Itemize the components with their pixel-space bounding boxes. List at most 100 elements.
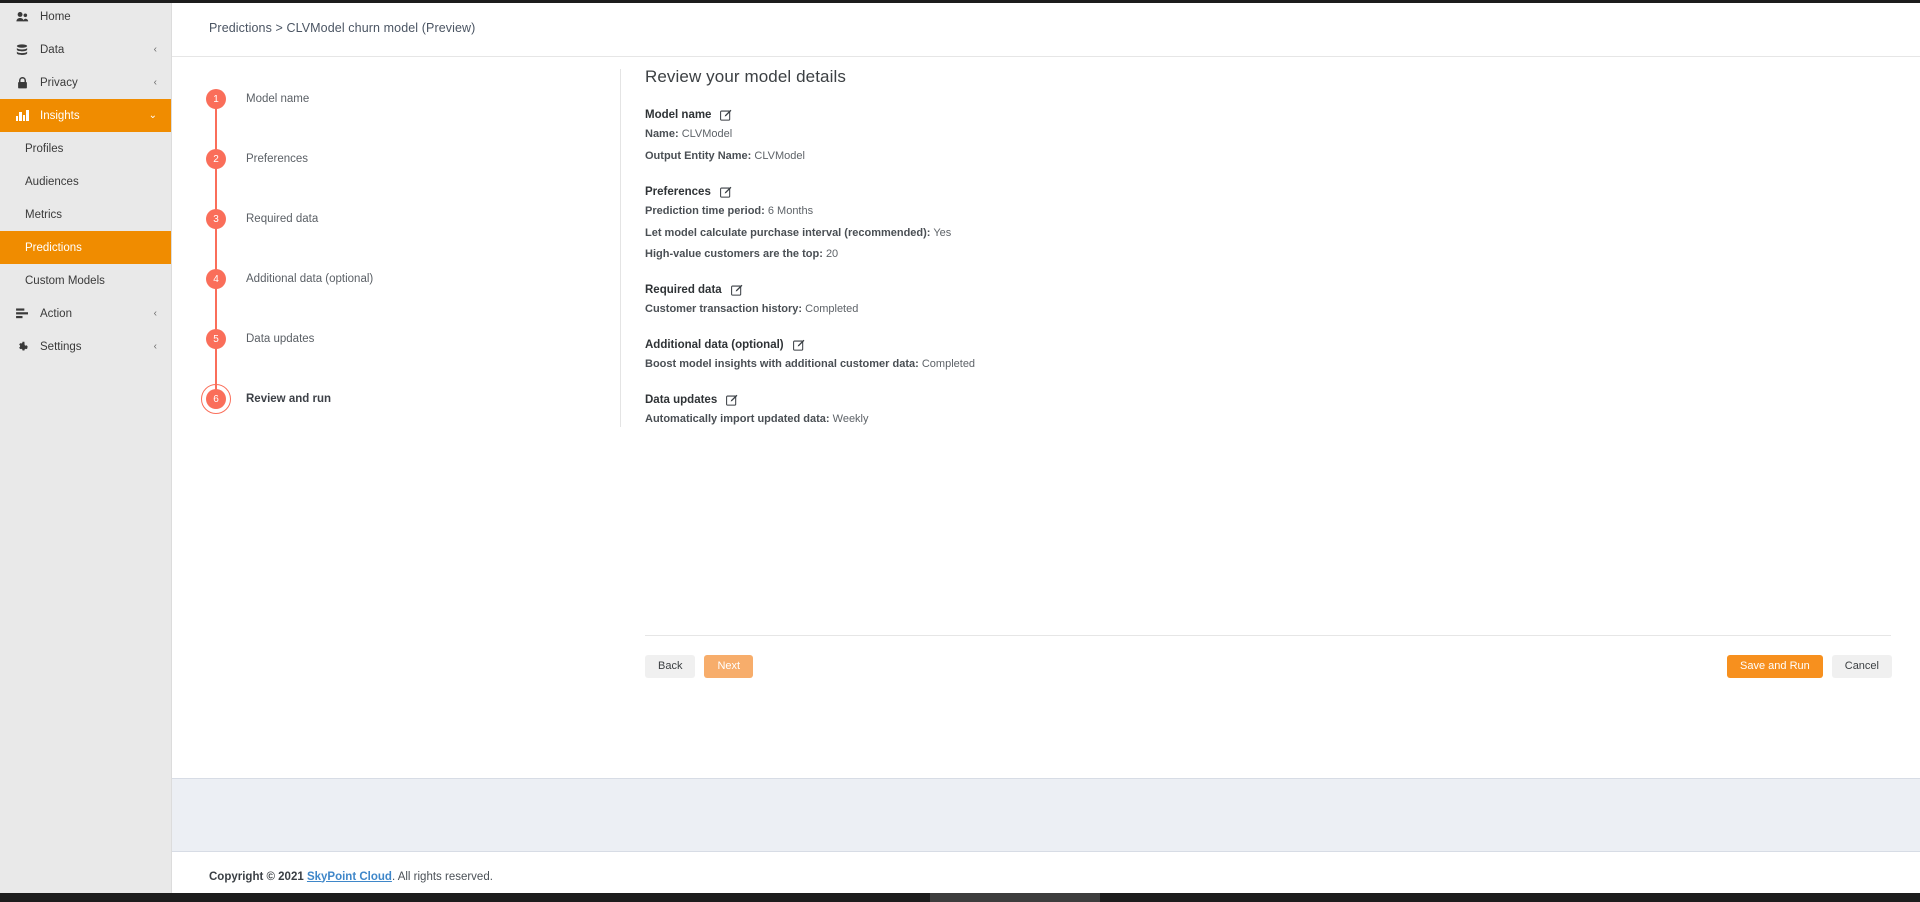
section-heading: Data updates bbox=[645, 393, 718, 406]
save-and-run-button[interactable]: Save and Run bbox=[1727, 655, 1823, 678]
page-background-gap bbox=[172, 779, 1920, 852]
left-sidebar: Home Data ‹ Privacy ‹ Insights ⌄ Profiles Audien… bbox=[0, 0, 172, 902]
cancel-button[interactable]: Cancel bbox=[1831, 655, 1892, 678]
footer-brand-link[interactable]: SkyPoint Cloud bbox=[307, 871, 392, 883]
section-heading: Preferences bbox=[645, 185, 711, 198]
sidebar-item-settings[interactable]: Settings ‹ bbox=[0, 330, 171, 363]
edit-pencil-icon[interactable] bbox=[792, 339, 805, 351]
section-header: Preferences bbox=[645, 186, 1545, 198]
home-icon bbox=[14, 11, 30, 22]
review-row-value: Completed bbox=[921, 358, 976, 371]
app-root: Home Data ‹ Privacy ‹ Insights ⌄ Profiles Audien… bbox=[0, 0, 1920, 902]
wizard-step-2[interactable]: 2 Preferences bbox=[200, 129, 600, 219]
step-number-badge: 6 bbox=[201, 384, 231, 414]
review-row: Automatically import updated data: Weekl… bbox=[645, 412, 1545, 427]
sidebar-item-profiles[interactable]: Profiles bbox=[0, 132, 171, 165]
sidebar-nav-list: Home Data ‹ Privacy ‹ Insights ⌄ Profiles Audien… bbox=[0, 0, 171, 363]
review-details-pane: Review your model details Model name Name… bbox=[645, 67, 1545, 449]
chevron-left-icon[interactable]: ‹ bbox=[154, 77, 157, 88]
chevron-left-icon[interactable]: ‹ bbox=[154, 308, 157, 319]
review-row-key: High-value customers are the top: bbox=[645, 248, 823, 261]
breadcrumb-bar: Predictions > CLVModel churn model (Prev… bbox=[172, 0, 1920, 57]
sidebar-item-label: Custom Models bbox=[25, 274, 105, 287]
chevron-left-icon[interactable]: ‹ bbox=[154, 44, 157, 55]
review-row: High-value customers are the top: 20 bbox=[645, 247, 1545, 262]
review-row: Customer transaction history: Completed bbox=[645, 302, 1545, 317]
sidebar-item-audiences[interactable]: Audiences bbox=[0, 165, 171, 198]
edit-pencil-icon[interactable] bbox=[719, 186, 732, 198]
step-number-badge: 4 bbox=[206, 269, 226, 289]
review-row: Output Entity Name: CLVModel bbox=[645, 149, 1545, 164]
sidebar-item-label: Settings bbox=[40, 340, 82, 353]
review-row: Prediction time period: 6 Months bbox=[645, 204, 1545, 219]
review-row-key: Customer transaction history: bbox=[645, 303, 803, 316]
review-row: Boost model insights with additional cus… bbox=[645, 357, 1545, 372]
sidebar-item-label: Predictions bbox=[25, 241, 82, 254]
next-button[interactable]: Next bbox=[704, 655, 754, 678]
review-row-value: 6 Months bbox=[767, 204, 814, 217]
review-section: Data updates Automatically import updated… bbox=[645, 394, 1545, 427]
sidebar-item-privacy[interactable]: Privacy ‹ bbox=[0, 66, 171, 99]
sidebar-item-label: Privacy bbox=[40, 76, 78, 89]
step-number-badge: 1 bbox=[206, 89, 226, 109]
footer-copyright: Copyright © 2021 bbox=[209, 870, 304, 883]
sidebar-item-custom-models[interactable]: Custom Models bbox=[0, 264, 171, 297]
review-section: Additional data (optional) Boost model in… bbox=[645, 339, 1545, 372]
wizard-stepper: 1 Model name 2 Preferences 3 Required data 4 Ad… bbox=[200, 69, 600, 429]
chevron-left-icon[interactable]: ‹ bbox=[154, 341, 157, 352]
back-button[interactable]: Back bbox=[645, 655, 696, 678]
step-label: Data updates bbox=[246, 333, 315, 345]
wizard-step-6[interactable]: 6 Review and run bbox=[200, 369, 600, 429]
step-label: Review and run bbox=[246, 393, 331, 405]
review-row-key: Name: bbox=[645, 128, 679, 140]
action-bar-divider bbox=[645, 635, 1891, 636]
step-label: Preferences bbox=[246, 153, 309, 165]
sidebar-item-metrics[interactable]: Metrics bbox=[0, 198, 171, 231]
edit-pencil-icon[interactable] bbox=[730, 284, 743, 296]
edit-pencil-icon[interactable] bbox=[720, 109, 732, 121]
wizard-step-1[interactable]: 1 Model name bbox=[200, 69, 600, 159]
review-section: Required data Customer transaction histor… bbox=[645, 284, 1545, 317]
lock-icon bbox=[14, 76, 30, 89]
step-label: Model name bbox=[246, 93, 310, 105]
wizard-submit-actions: Save and Run Cancel bbox=[1727, 655, 1892, 678]
footer-rights: . All rights reserved. bbox=[391, 870, 493, 883]
review-row-key: Let model calculate purchase interval (r… bbox=[645, 226, 931, 239]
section-heading: Additional data (optional) bbox=[645, 339, 784, 352]
step-label: Required data bbox=[246, 213, 319, 225]
sidebar-item-label: Insights bbox=[40, 109, 80, 122]
section-heading: Required data bbox=[645, 284, 722, 297]
review-row: Let model calculate purchase interval (r… bbox=[645, 226, 1545, 241]
database-icon bbox=[14, 43, 30, 56]
review-section: Preferences Prediction time period: 6 Mon… bbox=[645, 186, 1545, 263]
sidebar-item-label: Profiles bbox=[25, 142, 64, 155]
window-bottom-strip bbox=[0, 893, 1920, 902]
section-header: Model name bbox=[645, 109, 1545, 121]
main-region: Predictions > CLVModel churn model (Prev… bbox=[172, 0, 1920, 902]
chevron-down-icon[interactable]: ⌄ bbox=[149, 110, 157, 121]
sidebar-item-predictions[interactable]: Predictions bbox=[0, 231, 171, 264]
sidebar-item-action[interactable]: Action ‹ bbox=[0, 297, 171, 330]
review-row-key: Output Entity Name: bbox=[645, 149, 752, 162]
wizard-card: 1 Model name 2 Preferences 3 Required data 4 Ad… bbox=[172, 57, 1920, 779]
wizard-step-5[interactable]: 5 Data updates bbox=[200, 309, 600, 399]
review-row-value: Yes bbox=[933, 226, 952, 239]
wizard-step-3[interactable]: 3 Required data bbox=[200, 189, 600, 279]
sidebar-item-insights[interactable]: Insights ⌄ bbox=[0, 99, 171, 132]
sidebar-item-label: Action bbox=[40, 307, 72, 320]
breadcrumb[interactable]: Predictions > CLVModel churn model (Prev… bbox=[209, 21, 475, 35]
review-row-value: CLVModel bbox=[754, 149, 805, 162]
section-header: Additional data (optional) bbox=[645, 339, 1545, 351]
stepper-divider bbox=[620, 69, 621, 427]
wizard-nav-actions: Back Next bbox=[645, 655, 754, 678]
wizard-step-4[interactable]: 4 Additional data (optional) bbox=[200, 249, 600, 339]
step-number-badge: 5 bbox=[206, 329, 226, 349]
edit-pencil-icon[interactable] bbox=[726, 394, 738, 406]
page-title: Review your model details bbox=[645, 67, 846, 86]
section-header: Required data bbox=[645, 284, 1545, 296]
step-label: Additional data (optional) bbox=[246, 273, 374, 285]
sidebar-item-data[interactable]: Data ‹ bbox=[0, 33, 171, 66]
sidebar-item-home[interactable]: Home bbox=[0, 0, 171, 33]
review-row-value: Weekly bbox=[832, 412, 869, 425]
sidebar-item-label: Home bbox=[40, 10, 71, 23]
